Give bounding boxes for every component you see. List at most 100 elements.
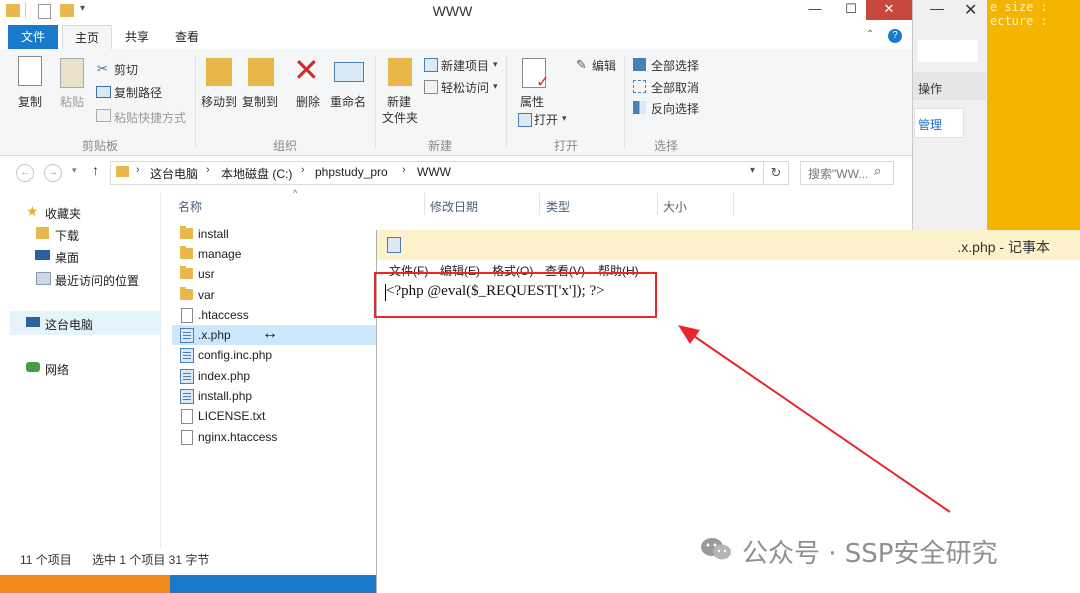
move-to-button[interactable]: 移动到 [201,93,237,110]
copy-path-button[interactable]: 复制路径 [114,84,162,101]
cut-button[interactable]: 剪切 [114,61,138,78]
search-icon[interactable]: ⌕ [874,163,881,179]
nav-this-pc[interactable]: 这台电脑 [45,316,93,333]
file-name[interactable]: .htaccess [198,308,249,322]
invert-selection-button[interactable]: 反向选择 [651,100,699,117]
column-separator[interactable] [657,193,658,215]
delete-icon[interactable]: ✕ [293,52,320,88]
nav-recent[interactable]: 最近访问的位置 [55,272,139,289]
chevron-down-icon[interactable]: ▾ [493,59,498,70]
copy-to-icon[interactable] [248,58,274,86]
new-folder-icon[interactable] [388,58,412,86]
file-row[interactable]: install.php [172,386,376,406]
copy-icon[interactable] [18,56,42,86]
column-separator[interactable] [424,193,425,215]
rename-button[interactable]: 重命名 [330,93,366,110]
column-separator[interactable] [733,193,734,215]
easy-access-icon[interactable] [424,80,438,94]
file-row[interactable]: nginx.htaccess [172,427,376,447]
breadcrumb-local-disk[interactable]: 本地磁盘 (C:) [221,165,292,182]
nav-downloads[interactable]: 下载 [55,227,79,244]
tab-share[interactable]: 共享 [114,25,160,49]
properties-button[interactable]: 属性 [520,93,544,110]
paste-button[interactable]: 粘贴 [60,93,84,110]
file-name[interactable]: var [198,288,215,302]
manage-button-label[interactable]: 管理 [918,116,942,133]
help-icon[interactable]: ? [888,29,902,43]
new-item-button[interactable]: 新建项目 [441,57,489,74]
search-placeholder[interactable]: 搜索"WW... [808,165,868,182]
delete-button[interactable]: 删除 [296,93,320,110]
select-all-button[interactable]: 全部选择 [651,57,699,74]
new-folder-button-line1[interactable]: 新建 [387,93,411,110]
scissors-icon[interactable]: ✂ [97,61,108,77]
file-row[interactable]: LICENSE.txt [172,406,376,426]
tab-view[interactable]: 查看 [164,25,210,49]
breadcrumb-separator-icon[interactable]: › [206,164,210,176]
minimize-button[interactable]: — [800,0,830,20]
column-name[interactable]: 名称 [178,198,202,215]
file-name[interactable]: manage [198,247,241,261]
file-row[interactable]: config.inc.php [172,345,376,365]
file-name[interactable]: install.php [198,389,252,403]
edit-icon[interactable]: ✎ [576,57,587,73]
edit-button[interactable]: 编辑 [592,57,616,74]
new-item-icon[interactable] [424,58,438,72]
invert-selection-icon[interactable] [633,101,646,114]
file-name[interactable]: LICENSE.txt [198,409,265,423]
rename-icon[interactable] [334,62,364,82]
file-name[interactable]: nginx.htaccess [198,430,277,444]
up-button[interactable]: ↑ [92,162,99,178]
tab-home[interactable]: 主页 [62,25,112,51]
easy-access-button[interactable]: 轻松访问 [441,79,489,96]
maximize-button[interactable]: ☐ [836,0,866,20]
column-type[interactable]: 类型 [546,198,570,215]
column-size[interactable]: 大小 [663,198,687,215]
breadcrumb-separator-icon[interactable]: › [136,164,140,176]
file-row[interactable]: .htaccess [172,305,376,325]
column-modified[interactable]: 修改日期 [430,198,478,215]
recent-locations-dropdown[interactable]: ▾ [72,165,77,176]
file-row[interactable]: var [172,285,376,305]
file-row[interactable]: install [172,224,376,244]
breadcrumb-separator-icon[interactable]: › [301,164,305,176]
nav-desktop[interactable]: 桌面 [55,249,79,266]
file-row[interactable]: usr [172,264,376,284]
back-button[interactable]: ← [16,164,34,182]
open-button[interactable]: 打开 [534,111,558,128]
column-separator[interactable] [539,193,540,215]
file-name[interactable]: .x.php [198,328,231,342]
file-row[interactable]: index.php [172,366,376,386]
file-name[interactable]: usr [198,267,215,281]
nav-network[interactable]: 网络 [45,361,69,378]
move-to-icon[interactable] [206,58,232,86]
tab-file[interactable]: 文件 [8,25,58,49]
refresh-icon[interactable]: ↻ [764,161,789,185]
forward-button[interactable]: → [44,164,62,182]
file-name[interactable]: config.inc.php [198,348,272,362]
copy-button[interactable]: 复制 [18,93,42,110]
copy-path-icon[interactable] [96,86,111,98]
minimize-button[interactable]: — [930,0,944,16]
chevron-down-icon[interactable]: ▾ [493,81,498,92]
open-icon[interactable] [518,113,532,127]
new-folder-button-line2[interactable]: 文件夹 [382,109,418,126]
file-name[interactable]: index.php [198,369,250,383]
breadcrumb-phpstudy[interactable]: phpstudy_pro [315,165,388,179]
select-none-button[interactable]: 全部取消 [651,79,699,96]
collapse-ribbon-icon[interactable]: ⌃ [866,29,874,40]
file-name[interactable]: install [198,227,229,241]
breadcrumb-separator-icon[interactable]: › [402,164,406,176]
close-button[interactable]: ✕ [866,0,912,20]
select-none-icon[interactable] [633,80,646,93]
breadcrumb-www[interactable]: WWW [417,165,451,179]
paste-shortcut-button[interactable]: 粘贴快捷方式 [114,109,186,126]
address-dropdown-icon[interactable]: ▾ [750,165,755,176]
breadcrumb-this-pc[interactable]: 这台电脑 [150,165,198,182]
close-button[interactable]: ✕ [964,0,977,20]
nav-favorites[interactable]: 收藏夹 [45,205,81,222]
select-all-icon[interactable] [633,58,646,71]
copy-to-button[interactable]: 复制到 [242,93,278,110]
chevron-down-icon[interactable]: ▾ [562,113,567,124]
file-row[interactable]: manage [172,244,376,264]
